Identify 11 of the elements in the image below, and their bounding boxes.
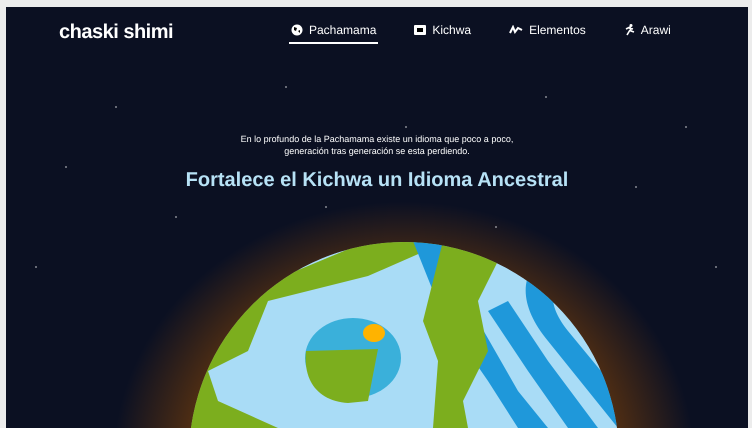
card-icon	[414, 24, 426, 34]
intro-text: En lo profundo de la Pachamama existe un idioma que poco a poco, generación tras generación se esta perdiendo.	[240, 133, 514, 157]
globe-icon	[291, 24, 303, 36]
nav-link[interactable]: Pachamama	[289, 20, 378, 44]
hero-title: Fortalece el Kichwa un Idioma Ancestral	[186, 168, 568, 193]
squiggle-icon	[509, 24, 524, 34]
running-person-icon	[624, 24, 635, 36]
nav-link[interactable]: Kichwa	[412, 20, 474, 44]
nav-link[interactable]: Elementos	[507, 20, 588, 44]
brand-logo[interactable]: chaski shimi	[59, 17, 289, 47]
nav-link[interactable]: Arawi	[622, 20, 673, 44]
